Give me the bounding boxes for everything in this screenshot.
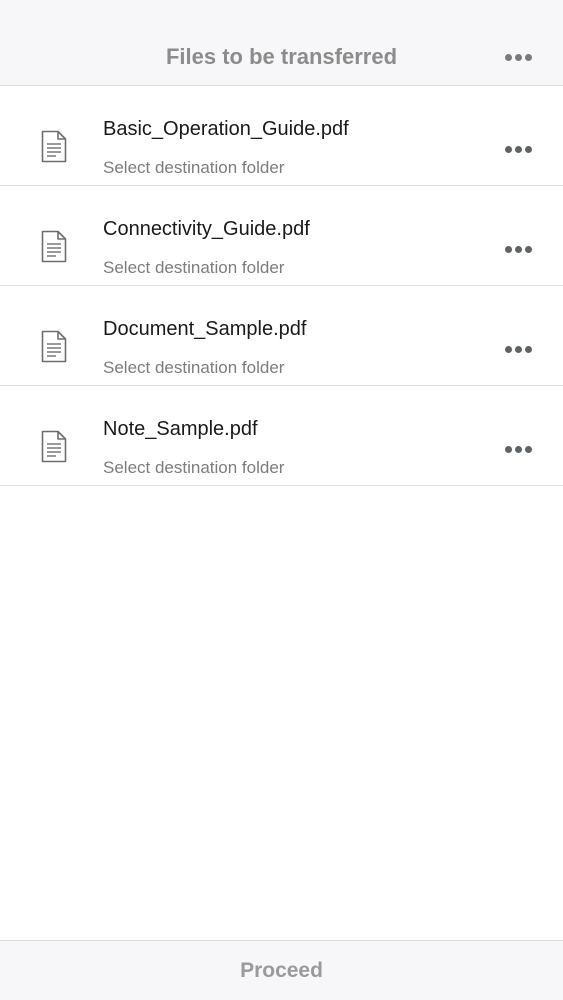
file-row-2[interactable]: Connectivity_Guide.pdf Select destinatio… xyxy=(0,186,563,286)
document-icon xyxy=(41,130,67,163)
document-icon xyxy=(41,330,67,363)
more-horizontal-icon xyxy=(504,245,532,253)
select-destination-link[interactable]: Select destination folder xyxy=(103,456,284,480)
more-horizontal-icon xyxy=(504,145,532,153)
select-destination-link[interactable]: Select destination folder xyxy=(103,156,284,180)
document-icon xyxy=(41,230,67,263)
file-name: Connectivity_Guide.pdf xyxy=(103,218,310,240)
header-bar: Files to be transferred xyxy=(0,0,563,86)
more-horizontal-icon xyxy=(504,445,532,453)
file-row-3[interactable]: Document_Sample.pdf Select destination f… xyxy=(0,286,563,386)
select-destination-link[interactable]: Select destination folder xyxy=(103,256,284,280)
file-row-4[interactable]: Note_Sample.pdf Select destination folde… xyxy=(0,386,563,486)
file-more-button[interactable] xyxy=(501,138,535,160)
header-more-button[interactable] xyxy=(503,46,533,68)
document-icon xyxy=(41,430,67,463)
file-list: Basic_Operation_Guide.pdf Select destina… xyxy=(0,86,563,486)
file-row-1[interactable]: Basic_Operation_Guide.pdf Select destina… xyxy=(0,86,563,186)
file-name: Note_Sample.pdf xyxy=(103,418,258,440)
more-horizontal-icon xyxy=(504,345,532,353)
proceed-label: Proceed xyxy=(240,958,323,982)
proceed-button[interactable]: Proceed xyxy=(0,940,563,1000)
file-name: Document_Sample.pdf xyxy=(103,318,307,340)
file-name: Basic_Operation_Guide.pdf xyxy=(103,118,349,140)
page-title: Files to be transferred xyxy=(165,44,398,69)
file-more-button[interactable] xyxy=(501,438,535,460)
select-destination-link[interactable]: Select destination folder xyxy=(103,356,284,380)
more-horizontal-icon xyxy=(504,53,532,61)
file-more-button[interactable] xyxy=(501,338,535,360)
file-more-button[interactable] xyxy=(501,238,535,260)
